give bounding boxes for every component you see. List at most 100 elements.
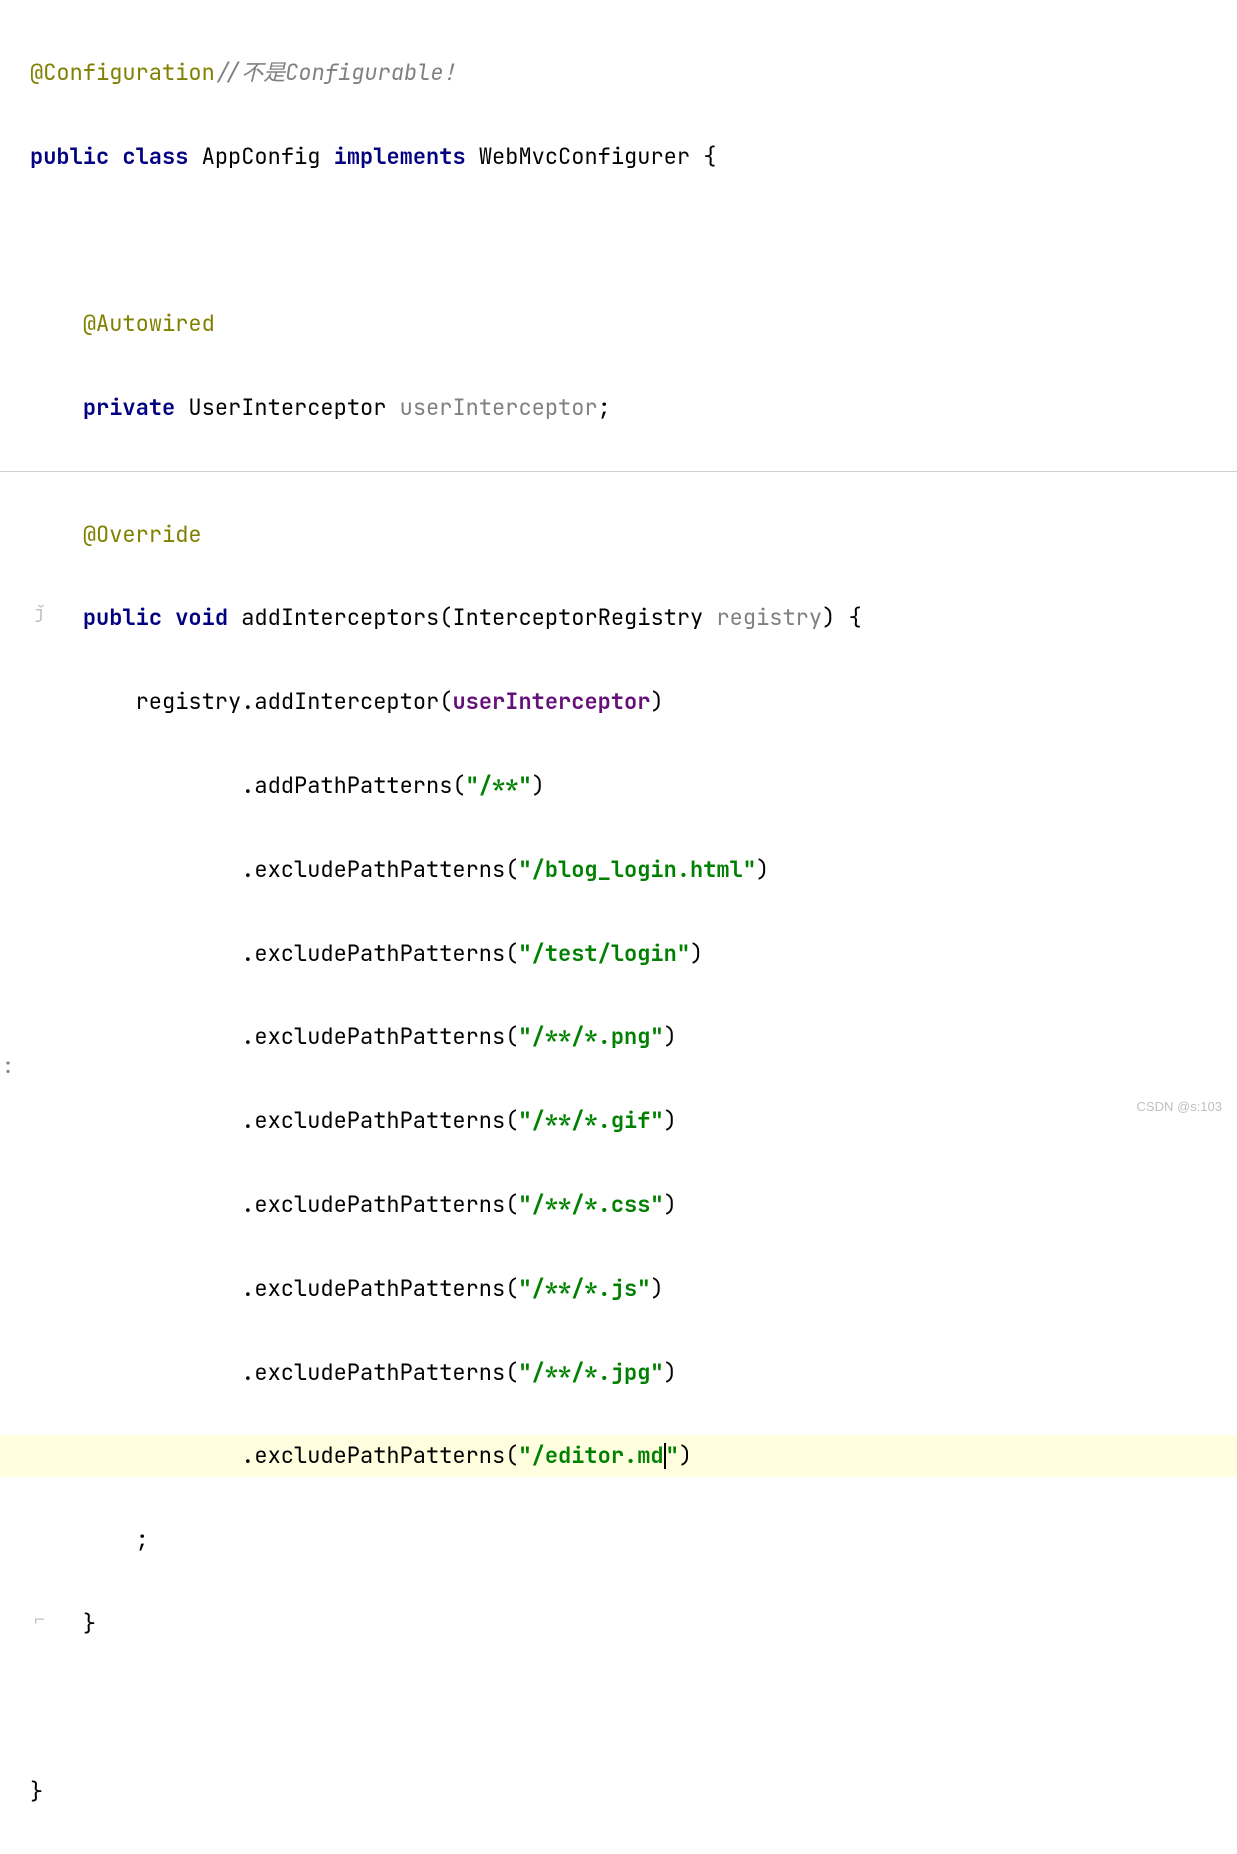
paren-open: ( [452, 771, 465, 800]
method-call: excludePathPatterns [254, 855, 505, 884]
dot: . [241, 1022, 254, 1051]
paren-close: ) [650, 1274, 663, 1303]
method-call: excludePathPatterns [254, 1274, 505, 1303]
paren-open: ( [505, 1190, 518, 1219]
code-line-empty[interactable] [30, 219, 1237, 261]
code-line[interactable]: private UserInterceptor userInterceptor; [30, 387, 1237, 429]
method-call: addInterceptor [254, 687, 439, 716]
method-call: excludePathPatterns [254, 1441, 505, 1470]
separator-line [0, 471, 1237, 472]
paren-close: ) [664, 1358, 677, 1387]
code-line[interactable]: ; [30, 1519, 1237, 1561]
field-ref: userInterceptor [452, 687, 650, 716]
paren-open: ( [505, 855, 518, 884]
code-line[interactable]: .excludePathPatterns("/**/*.css") [30, 1184, 1237, 1226]
string-literal: " [666, 1441, 679, 1470]
dot: . [241, 939, 254, 968]
paren-close: ) [664, 1190, 677, 1219]
dot: . [241, 1441, 254, 1470]
string-literal: "/**/*.js" [518, 1274, 650, 1303]
type-name: UserInterceptor [188, 393, 386, 422]
paren-open: ( [505, 1106, 518, 1135]
annotation: @Override [83, 520, 202, 549]
dot: . [241, 1274, 254, 1303]
paren-open: ( [439, 687, 452, 716]
paren-close: ) [756, 855, 769, 884]
code-line[interactable]: @Configuration//不是Configurable！ [30, 52, 1237, 94]
code-line[interactable]: .addPathPatterns("/**") [30, 765, 1237, 807]
code-line[interactable]: .excludePathPatterns("/test/login") [30, 933, 1237, 975]
annotation: @Autowired [83, 309, 215, 338]
brace-open: { [848, 603, 861, 632]
param-name: registry [716, 603, 822, 632]
keyword-class: class [122, 142, 188, 171]
brace-open: { [703, 142, 716, 171]
code-line[interactable]: .excludePathPatterns("/**/*.js") [30, 1268, 1237, 1310]
string-literal: "/**/*.png" [518, 1022, 663, 1051]
paren-close: ) [664, 1106, 677, 1135]
string-literal: "/blog_login.html" [518, 855, 756, 884]
code-line[interactable]: registry.addInterceptor(userInterceptor) [30, 681, 1237, 723]
code-line-highlighted[interactable]: .excludePathPatterns("/editor.md") [0, 1435, 1237, 1477]
code-line[interactable]: ǰ public void addInterceptors(Intercepto… [30, 597, 1237, 639]
paren-open: ( [505, 1274, 518, 1303]
dot: . [241, 1358, 254, 1387]
code-line[interactable]: public class AppConfig implements WebMvc… [30, 136, 1237, 178]
keyword-public: public [83, 603, 162, 632]
paren-close: ) [690, 939, 703, 968]
brace-close: } [30, 1777, 43, 1806]
method-call: excludePathPatterns [254, 1022, 505, 1051]
paren-open: ( [439, 603, 452, 632]
string-literal: "/**/*.jpg" [518, 1358, 663, 1387]
paren-close: ) [532, 771, 545, 800]
class-name: AppConfig [202, 142, 321, 171]
paren-open: ( [505, 939, 518, 968]
code-line[interactable]: .excludePathPatterns("/blog_login.html") [30, 849, 1237, 891]
code-line[interactable]: } [30, 1771, 1237, 1813]
method-name: addInterceptors [241, 603, 439, 632]
code-line[interactable]: .excludePathPatterns("/**/*.jpg") [30, 1352, 1237, 1394]
code-line[interactable]: .excludePathPatterns("/**/*.gif") [30, 1100, 1237, 1142]
watermark: CSDN @s:103 [1137, 1095, 1222, 1120]
string-literal: "/**/*.gif" [518, 1106, 663, 1135]
string-literal: "/**" [466, 771, 532, 800]
method-end-gutter-icon[interactable]: ⌐ [34, 1603, 45, 1637]
string-literal: "/editor.md [518, 1441, 663, 1470]
keyword-void: void [175, 603, 228, 632]
type-name: InterceptorRegistry [452, 603, 703, 632]
paren-close: ) [664, 1022, 677, 1051]
code-line-empty[interactable] [30, 1687, 1237, 1729]
string-literal: "/**/*.css" [518, 1190, 663, 1219]
method-call: excludePathPatterns [254, 1190, 505, 1219]
code-editor[interactable]: @Configuration//不是Configurable！ public c… [0, 10, 1237, 1854]
keyword-implements: implements [334, 142, 466, 171]
interface-name: WebMvcConfigurer [479, 142, 690, 171]
code-line[interactable]: ⌐ } [30, 1603, 1237, 1645]
bottom-colon: : [2, 1047, 14, 1085]
paren-open: ( [505, 1022, 518, 1051]
dot: . [241, 1190, 254, 1219]
method-call: excludePathPatterns [254, 1358, 505, 1387]
code-line[interactable]: .excludePathPatterns("/**/*.png") [30, 1016, 1237, 1058]
paren-close: ) [650, 687, 663, 716]
method-call: excludePathPatterns [254, 939, 505, 968]
code-line[interactable]: @Autowired [30, 303, 1237, 345]
field-name: userInterceptor [400, 393, 598, 422]
semicolon: ; [598, 393, 611, 422]
keyword-public: public [30, 142, 109, 171]
keyword-private: private [83, 393, 175, 422]
dot: . [241, 1106, 254, 1135]
paren-open: ( [505, 1441, 518, 1470]
string-literal: "/test/login" [518, 939, 690, 968]
paren-close: ) [679, 1441, 692, 1470]
variable: registry [136, 687, 242, 716]
override-gutter-icon[interactable]: ǰ [34, 597, 45, 631]
annotation: @Configuration [30, 58, 215, 87]
method-call: excludePathPatterns [254, 1106, 505, 1135]
brace-close: } [83, 1609, 96, 1638]
paren-open: ( [505, 1358, 518, 1387]
semicolon: ; [136, 1525, 149, 1554]
paren-close: ) [822, 603, 835, 632]
code-line[interactable]: @Override [30, 514, 1237, 556]
dot: . [241, 687, 254, 716]
